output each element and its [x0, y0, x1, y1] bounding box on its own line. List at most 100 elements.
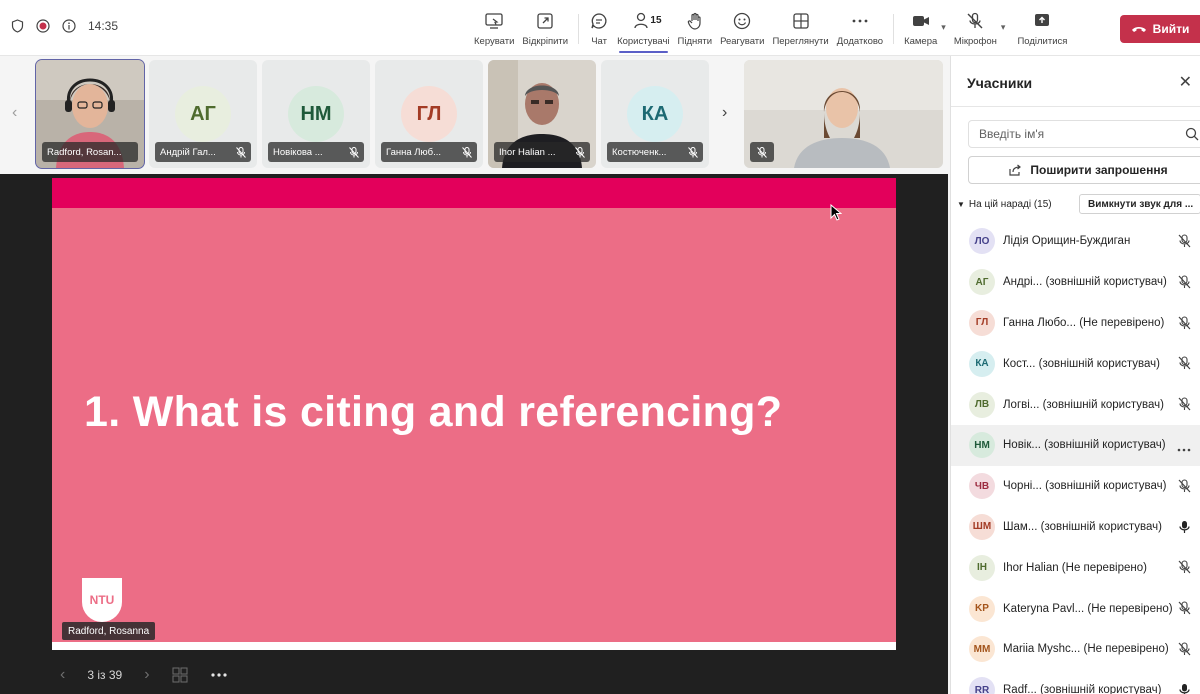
more-label: Додатково: [836, 36, 884, 47]
participant-avatar: ЛО: [969, 228, 995, 255]
participant-name: Логві... (зовнішній користувач): [1003, 398, 1164, 411]
slide-footer-band: [52, 642, 896, 650]
strip-prev-chevron-icon[interactable]: ‹: [12, 104, 17, 122]
share-icon: [1035, 14, 1050, 26]
participant-search-input[interactable]: Введіть ім'я: [968, 120, 1200, 148]
in-meeting-section-header[interactable]: ▼ На цій нараді (15) Вимкнути звук для .…: [957, 194, 1200, 214]
chat-button[interactable]: Чат: [585, 8, 613, 52]
participant-status: [1178, 520, 1191, 537]
participant-row[interactable]: ЧВ Чорні... (зовнішній користувач): [951, 466, 1200, 507]
participant-status: [1178, 560, 1191, 577]
mic-icon[interactable]: [1178, 683, 1191, 694]
participant-row[interactable]: ЛО Лідія Орищин-Буждиган: [951, 221, 1200, 262]
mic-off-icon[interactable]: [1178, 234, 1191, 248]
leave-button[interactable]: Вийти: [1120, 15, 1200, 43]
react-button[interactable]: Реагувати: [716, 8, 768, 52]
camera-options-chevron-icon[interactable]: ▾: [941, 22, 946, 33]
people-button[interactable]: 15 Користувачі: [613, 8, 673, 53]
mic-off-icon[interactable]: [1178, 397, 1191, 411]
view-label: Переглянути: [772, 36, 829, 47]
mic-options-chevron-icon[interactable]: ▾: [1001, 22, 1006, 33]
mic-off-icon[interactable]: [1178, 642, 1191, 656]
mic-off-icon[interactable]: [1178, 356, 1191, 370]
raise-hand-button[interactable]: Підняти: [674, 8, 717, 52]
video-tile-ihor[interactable]: Ihor Halian ...: [488, 60, 596, 168]
participant-avatar: НМ: [288, 86, 344, 142]
recording-icon[interactable]: [36, 19, 50, 33]
chat-label: Чат: [591, 36, 607, 47]
close-icon[interactable]: ✕: [1179, 72, 1192, 92]
presentation-slide[interactable]: 1. What is citing and referencing? NTU: [52, 208, 896, 642]
prev-slide-chevron-icon[interactable]: ‹: [60, 666, 65, 684]
mic-off-icon: [236, 146, 246, 158]
strip-next-chevron-icon[interactable]: ›: [722, 104, 727, 122]
microphone-button[interactable]: Мікрофон: [950, 8, 1001, 52]
participant-row[interactable]: НМ Новік... (зовнішній користувач): [951, 424, 1200, 466]
mic-off-icon[interactable]: [1178, 316, 1191, 330]
mic-off-icon: [757, 146, 767, 158]
video-tile-andrii[interactable]: АГ Андрій Гал...: [149, 60, 257, 168]
mic-icon[interactable]: [1178, 520, 1191, 534]
slide-grid-icon[interactable]: [172, 667, 188, 683]
participant-row[interactable]: IH Ihor Halian (Не перевірено): [951, 547, 1200, 588]
video-tile-kostiuchenko[interactable]: КА Костюченк...: [601, 60, 709, 168]
participant-row[interactable]: KP Kateryna Pavl... (Не перевірено): [951, 588, 1200, 629]
participant-row[interactable]: ГЛ Ганна Любо... (Не перевірено): [951, 303, 1200, 344]
mic-off-icon[interactable]: [1178, 275, 1191, 289]
video-tile-hanna[interactable]: ГЛ Ганна Люб...: [375, 60, 483, 168]
more-button[interactable]: Додатково: [833, 8, 887, 52]
participant-status: [1178, 234, 1191, 251]
mic-off-icon[interactable]: [1178, 601, 1191, 615]
participant-row[interactable]: КА Кост... (зовнішній користувач): [951, 343, 1200, 384]
participant-name: Mariia Myshc... (Не перевірено): [1003, 643, 1169, 656]
participant-name: Kateryna Pavl... (Не перевірено): [1003, 602, 1173, 615]
section-collapse-chevron-icon: ▼: [957, 199, 965, 209]
participant-row[interactable]: ЛВ Логві... (зовнішній користувач): [951, 384, 1200, 425]
control-button[interactable]: Керувати: [470, 8, 518, 52]
panel-title: Учасники: [967, 75, 1033, 91]
participant-name: Ihor Halian (Не перевірено): [1003, 561, 1147, 574]
camera-label: Камера: [904, 36, 938, 47]
view-button[interactable]: Переглянути: [768, 8, 832, 52]
video-tile-radford[interactable]: Radford, Rosan...: [35, 59, 145, 169]
video-tile-novikova[interactable]: НМ Новікова ...: [262, 60, 370, 168]
slide-counter: 3 із 39: [87, 668, 123, 682]
self-video-tile[interactable]: [744, 60, 943, 168]
more-options-icon[interactable]: [1177, 448, 1191, 452]
slide-header-band: [52, 178, 896, 208]
leave-label: Вийти: [1152, 22, 1190, 36]
more-options-icon[interactable]: [210, 672, 228, 678]
participant-name: Андрій Гал...: [160, 146, 216, 158]
meeting-toolbar: 14:35 Керувати Відкріпити Чат 15 Користу…: [0, 0, 1200, 56]
share-invite-button[interactable]: Поширити запрошення: [968, 156, 1200, 184]
participant-row[interactable]: ШМ Шам... (зовнішній користувач): [951, 507, 1200, 548]
self-mic-tag: [750, 142, 774, 162]
next-slide-chevron-icon[interactable]: ›: [144, 666, 149, 684]
view-grid-icon: [792, 13, 809, 29]
share-screen-icon: [485, 13, 503, 29]
participant-avatar: ГЛ: [401, 86, 457, 142]
participant-name: Radford, Rosan...: [47, 146, 122, 158]
participant-avatar: ГЛ: [969, 309, 995, 336]
participants-panel: Учасники ✕ Введіть ім'я Поширити запроше…: [950, 56, 1200, 694]
participant-avatar: АГ: [175, 86, 231, 142]
mute-all-button[interactable]: Вимкнути звук для ...: [1079, 194, 1200, 214]
participant-name: Ганна Любо... (Не перевірено): [1003, 316, 1165, 329]
participant-avatar: НМ: [969, 432, 995, 459]
share-button[interactable]: Поділитися: [1013, 8, 1071, 52]
participant-status: [1178, 275, 1191, 292]
participant-row[interactable]: RR Radf... (зовнішній користувач): [951, 670, 1200, 694]
camera-button[interactable]: Камера: [900, 8, 941, 52]
participant-row[interactable]: АГ Андрі... (зовнішній користувач): [951, 262, 1200, 303]
shield-icon[interactable]: [10, 19, 24, 33]
participant-avatar: MM: [969, 636, 995, 663]
pop-out-button[interactable]: Відкріпити: [518, 8, 572, 52]
participant-row[interactable]: MM Mariia Myshc... (Не перевірено): [951, 629, 1200, 670]
pop-out-label: Відкріпити: [522, 36, 569, 47]
mic-off-icon[interactable]: [1178, 560, 1191, 574]
share-invite-label: Поширити запрошення: [1030, 163, 1168, 177]
info-icon[interactable]: [62, 19, 76, 33]
presenter-nametag: Radford, Rosanna: [62, 622, 156, 640]
participant-avatar: KP: [969, 595, 995, 622]
mic-off-icon[interactable]: [1178, 479, 1191, 493]
